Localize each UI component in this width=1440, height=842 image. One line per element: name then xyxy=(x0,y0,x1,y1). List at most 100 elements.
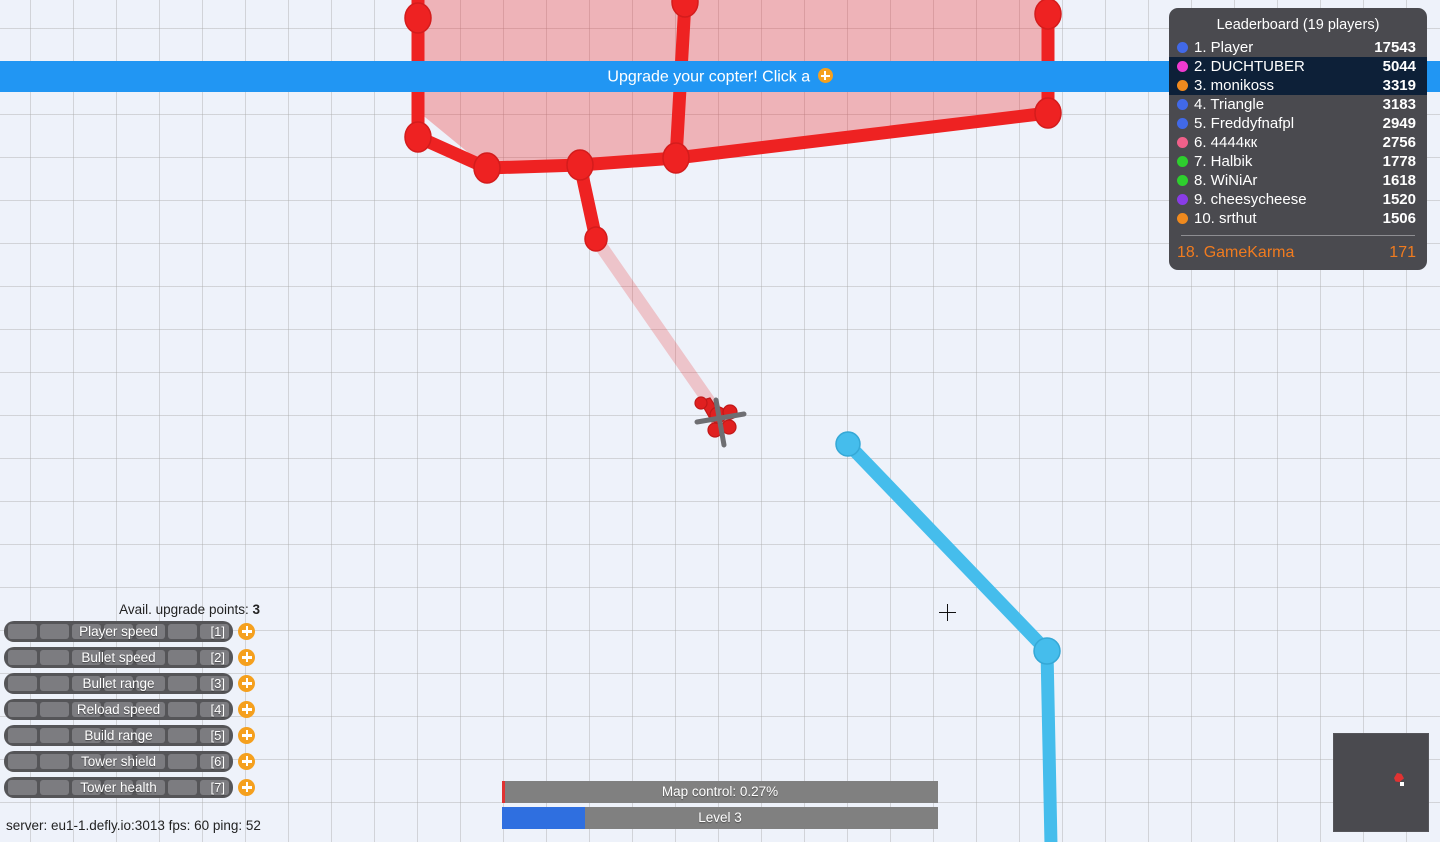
upgrade-row[interactable]: Tower health [7] xyxy=(4,776,264,798)
player-color-dot xyxy=(1177,42,1188,53)
leaderboard-row-name: 8. WiNiAr xyxy=(1194,172,1258,189)
leaderboard-row-score: 2949 xyxy=(1382,115,1416,132)
upgrade-segment xyxy=(136,623,165,639)
leaderboard-row: 10. srthut 1506 xyxy=(1169,209,1427,228)
leaderboard-row-name: 5. Freddyfnafpl xyxy=(1194,115,1295,132)
upgrade-segment xyxy=(200,675,229,691)
banner-text: Upgrade your copter! Click a xyxy=(607,68,815,86)
upgrade-segment xyxy=(40,701,69,717)
upgrade-segment xyxy=(72,649,101,665)
upgrade-segment xyxy=(40,753,69,769)
upgrade-plus-button[interactable] xyxy=(238,700,255,718)
leaderboard-title: Leaderboard (19 players) xyxy=(1216,17,1380,33)
upgrade-segment xyxy=(136,675,165,691)
upgrade-segment xyxy=(8,727,37,743)
upgrade-panel[interactable]: Avail. upgrade points: 3 Player speed [1]… xyxy=(4,602,264,802)
leaderboard-row-name: 2. DUCHTUBER xyxy=(1194,58,1305,75)
upgrade-progress-bar[interactable]: Tower shield [6] xyxy=(4,750,233,772)
upgrade-segment xyxy=(104,779,133,795)
leaderboard-row-name: 6. 4444кк xyxy=(1194,134,1258,151)
upgrade-segment xyxy=(136,727,165,743)
upgrade-progress-bar[interactable]: Tower health [7] xyxy=(4,776,233,798)
leaderboard-row-name: 4. Triangle xyxy=(1194,96,1265,113)
upgrade-plus-button[interactable] xyxy=(238,622,255,640)
upgrade-segment xyxy=(168,675,197,691)
player-color-dot xyxy=(1177,156,1188,167)
blue-nodes xyxy=(835,431,1061,665)
upgrade-segment xyxy=(72,727,101,743)
upgrade-segment xyxy=(104,727,133,743)
upgrade-row[interactable]: Tower shield [6] xyxy=(4,750,264,772)
leaderboard-row-name: 9. cheesycheese xyxy=(1194,191,1307,208)
upgrade-points-value: 3 xyxy=(252,602,260,617)
player-helicopter-icon xyxy=(694,396,747,448)
upgrade-row[interactable]: Bullet range [3] xyxy=(4,672,264,694)
upgrade-segment xyxy=(40,649,69,665)
upgrade-segment xyxy=(8,779,37,795)
upgrade-segment xyxy=(104,701,133,717)
status-bars: Map control: 0.27% Level 3 xyxy=(502,781,938,833)
upgrade-row[interactable]: Reload speed [4] xyxy=(4,698,264,720)
upgrade-row[interactable]: Bullet speed [2] xyxy=(4,646,264,668)
leaderboard-row-score: 3183 xyxy=(1382,96,1416,113)
leaderboard-row-score: 5044 xyxy=(1382,58,1416,75)
leaderboard-row-score: 1506 xyxy=(1382,210,1416,227)
upgrade-plus-button[interactable] xyxy=(238,726,255,744)
leaderboard-row: 8. WiNiAr 1618 xyxy=(1169,171,1427,190)
leaderboard-row-score: 1778 xyxy=(1382,153,1416,170)
upgrade-segment xyxy=(8,701,37,717)
upgrade-segment xyxy=(168,649,197,665)
upgrade-segment xyxy=(200,649,229,665)
upgrade-progress-bar[interactable]: Player speed [1] xyxy=(4,620,233,642)
upgrade-row[interactable]: Player speed [1] xyxy=(4,620,264,642)
upgrade-segment xyxy=(104,753,133,769)
upgrade-segment xyxy=(104,675,133,691)
upgrade-segment xyxy=(72,779,101,795)
leaderboard-row-name: 7. Halbik xyxy=(1194,153,1253,170)
status-bar: Map control: 0.27% xyxy=(502,781,938,803)
upgrade-plus-button[interactable] xyxy=(238,648,255,666)
upgrade-list[interactable]: Player speed [1] Bullet speed [2] Bullet ran… xyxy=(4,620,264,798)
upgrade-progress-bar[interactable]: Bullet range [3] xyxy=(4,672,233,694)
upgrade-progress-bar[interactable]: Bullet speed [2] xyxy=(4,646,233,668)
upgrade-segment xyxy=(168,701,197,717)
player-color-dot xyxy=(1177,61,1188,72)
leaderboard-row: 6. 4444кк 2756 xyxy=(1169,133,1427,152)
upgrade-segment xyxy=(72,701,101,717)
upgrade-plus-button[interactable] xyxy=(238,778,255,796)
upgrade-segment xyxy=(136,753,165,769)
upgrade-progress-bar[interactable]: Build range [5] xyxy=(4,724,233,746)
red-links xyxy=(411,0,1055,246)
leaderboard-row: 3. monikoss 3319 xyxy=(1169,76,1427,95)
upgrade-segment xyxy=(8,649,37,665)
leaderboard-rows: 1. Player 17543 2. DUCHTUBER 5044 3. monikos… xyxy=(1169,38,1427,228)
available-upgrade-points: Avail. upgrade points: 3 xyxy=(4,602,264,617)
leaderboard-row: 5. Freddyfnafpl 2949 xyxy=(1169,114,1427,133)
minimap-self-marker xyxy=(1400,782,1404,786)
leaderboard-row-score: 2756 xyxy=(1382,134,1416,151)
upgrade-segment xyxy=(136,649,165,665)
upgrade-segment xyxy=(200,753,229,769)
upgrade-progress-bar[interactable]: Reload speed [4] xyxy=(4,698,233,720)
upgrade-segment xyxy=(200,623,229,639)
game-canvas[interactable]: Upgrade your copter! Click a Leaderboard… xyxy=(0,0,1440,842)
upgrade-plus-button[interactable] xyxy=(238,674,255,692)
upgrade-segment xyxy=(40,675,69,691)
player-color-dot xyxy=(1177,194,1188,205)
upgrade-segment xyxy=(8,623,37,639)
leaderboard-row-name: 3. monikoss xyxy=(1194,77,1275,94)
upgrade-segment xyxy=(40,779,69,795)
upgrade-segment xyxy=(72,675,101,691)
leaderboard-row-score: 1520 xyxy=(1382,191,1416,208)
leaderboard-row: 4. Triangle 3183 xyxy=(1169,95,1427,114)
minimap[interactable] xyxy=(1333,733,1429,832)
leaderboard-self-row: 18. GameKarma 171 xyxy=(1169,242,1427,264)
upgrade-row[interactable]: Build range [5] xyxy=(4,724,264,746)
leaderboard-row: 2. DUCHTUBER 5044 xyxy=(1169,57,1427,76)
upgrade-plus-button[interactable] xyxy=(238,752,255,770)
upgrade-segment xyxy=(8,753,37,769)
upgrade-points-label: Avail. upgrade points: xyxy=(119,602,249,617)
plus-circle-icon xyxy=(817,68,833,83)
upgrade-segment xyxy=(40,623,69,639)
player-color-dot xyxy=(1177,175,1188,186)
